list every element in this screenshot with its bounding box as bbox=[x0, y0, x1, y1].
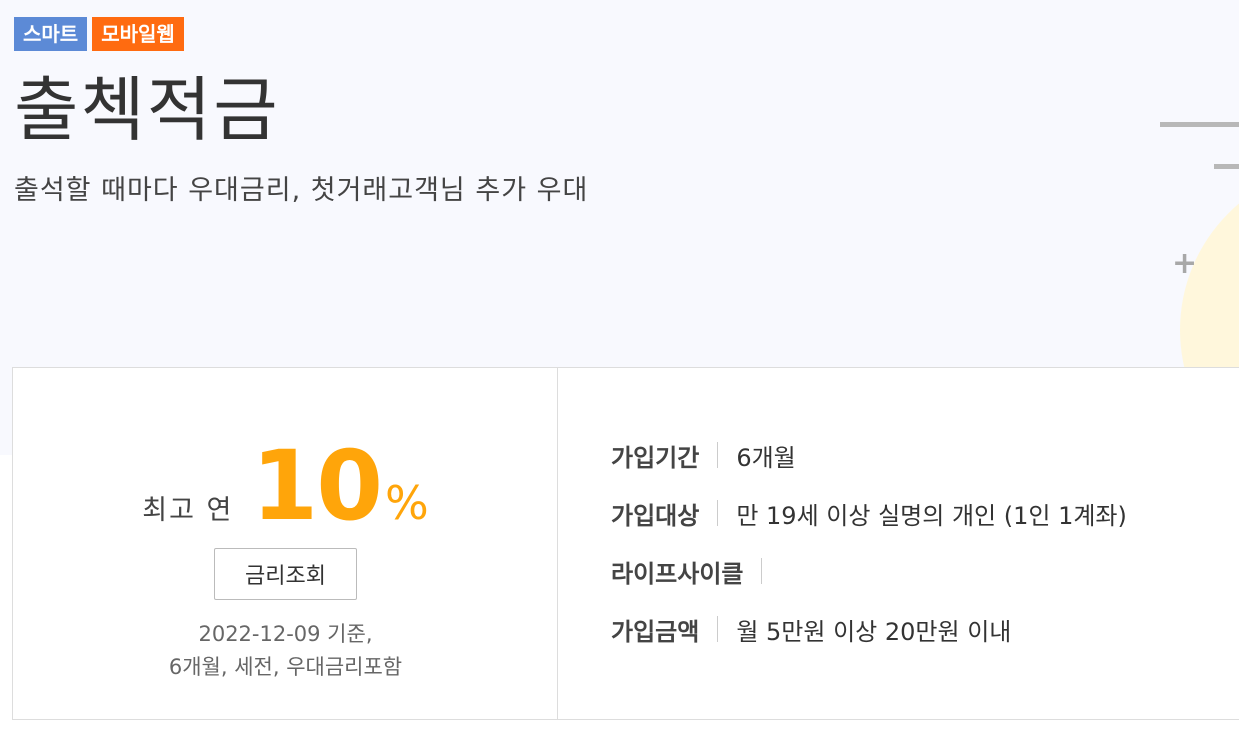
detail-label: 라이프사이클 bbox=[611, 559, 744, 588]
rate-panel: 최고 연 10% 금리조회 2022-12-09 기준, 6개월, 세전, 우대금… bbox=[13, 368, 558, 719]
decorative-plus-icon: + bbox=[1172, 246, 1198, 281]
rate-value: 10 bbox=[251, 430, 383, 542]
product-details: 가입기간 6개월 가입대상 만 19세 이상 실명의 개인 (1인 1계좌) 라… bbox=[611, 426, 1127, 658]
detail-separator bbox=[717, 616, 719, 642]
detail-label: 가입대상 bbox=[611, 501, 700, 530]
rate-note-date: 2022-12-09 기준, bbox=[198, 622, 373, 646]
decorative-line bbox=[1160, 122, 1239, 127]
product-subtitle: 출석할 때마다 우대금리, 첫거래고객님 추가 우대 bbox=[14, 175, 589, 206]
detail-row-lifecycle: 라이프사이클 bbox=[611, 542, 1127, 600]
decorative-line bbox=[1214, 164, 1239, 169]
detail-separator bbox=[761, 558, 763, 584]
mobile-web-badge: 모바일웹 bbox=[92, 17, 184, 51]
detail-label: 가입금액 bbox=[611, 617, 700, 646]
rate-note-conditions: 6개월, 세전, 우대금리포함 bbox=[168, 655, 403, 679]
detail-value: 월 5만원 이상 20만원 이내 bbox=[736, 617, 1012, 646]
product-title: 출첵적금 bbox=[14, 69, 280, 151]
max-rate: 최고 연 10% bbox=[13, 430, 558, 542]
rate-inquiry-button[interactable]: 금리조회 bbox=[214, 548, 357, 600]
detail-row-period: 가입기간 6개월 bbox=[611, 426, 1127, 484]
detail-value: 6개월 bbox=[736, 443, 796, 472]
channel-badges: 스마트 모바일웹 bbox=[14, 17, 184, 51]
product-info-box: 최고 연 10% 금리조회 2022-12-09 기준, 6개월, 세전, 우대금… bbox=[12, 367, 1239, 720]
detail-row-amount: 가입금액 월 5만원 이상 20만원 이내 bbox=[611, 600, 1127, 658]
detail-value: 만 19세 이상 실명의 개인 (1인 1계좌) bbox=[736, 501, 1127, 530]
rate-prefix: 최고 연 bbox=[142, 495, 234, 526]
detail-row-eligibility: 가입대상 만 19세 이상 실명의 개인 (1인 1계좌) bbox=[611, 484, 1127, 542]
detail-separator bbox=[717, 500, 719, 526]
rate-unit: % bbox=[384, 476, 429, 530]
detail-label: 가입기간 bbox=[611, 443, 700, 472]
smart-badge: 스마트 bbox=[14, 17, 88, 51]
rate-note: 2022-12-09 기준, 6개월, 세전, 우대금리포함 bbox=[13, 618, 558, 684]
detail-separator bbox=[717, 442, 719, 468]
